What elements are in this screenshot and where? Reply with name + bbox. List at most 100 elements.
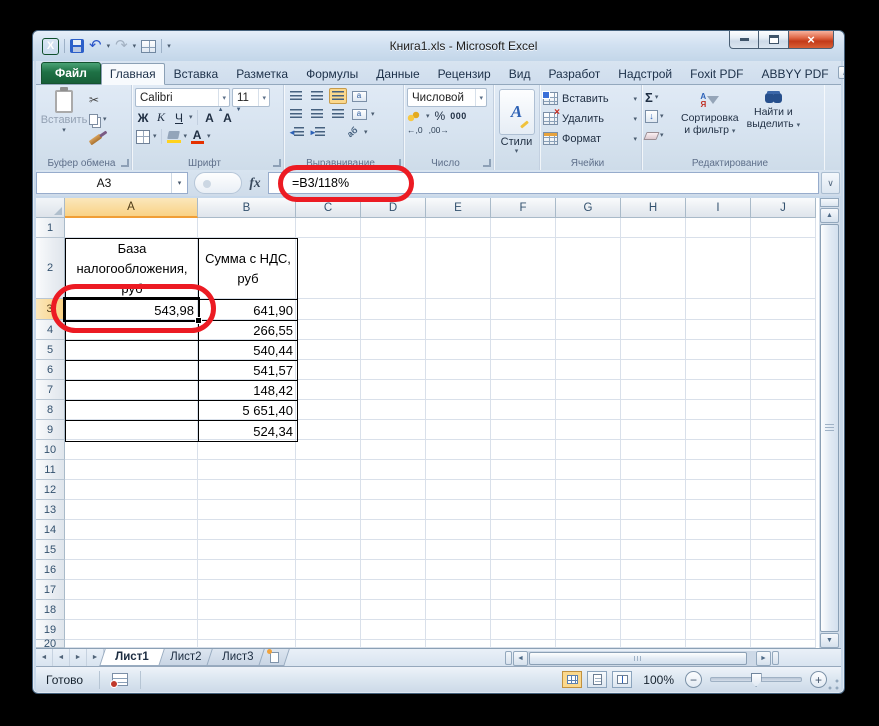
scroll-up-button[interactable]: ▲ — [820, 208, 839, 223]
underline-dropdown-icon[interactable]: ▾ — [189, 114, 193, 121]
cell-J10[interactable] — [751, 440, 816, 460]
maximize-button[interactable] — [759, 31, 788, 49]
percent-style-button[interactable]: % — [435, 109, 446, 123]
cell-H13[interactable] — [621, 500, 686, 520]
cell-A14[interactable] — [65, 520, 198, 540]
cell-B6[interactable]: 541,57 — [199, 361, 297, 380]
fill-button[interactable]: ↓ ▾ — [645, 108, 675, 125]
cell-H14[interactable] — [621, 520, 686, 540]
cell-A5[interactable] — [66, 341, 199, 360]
cell-I18[interactable] — [686, 600, 751, 620]
cell-D5[interactable] — [361, 340, 426, 360]
cell-C7[interactable] — [296, 380, 361, 400]
insert-worksheet-button[interactable] — [258, 649, 291, 666]
cell-C16[interactable] — [296, 560, 361, 580]
scroll-down-button[interactable]: ▼ — [820, 633, 839, 648]
cell-E4[interactable] — [426, 320, 491, 340]
align-center-button[interactable] — [308, 106, 326, 122]
cell-B8[interactable]: 5 651,40 — [199, 401, 297, 420]
previous-sheet-button[interactable]: ◄ — [53, 649, 70, 666]
align-bottom-button[interactable] — [329, 88, 347, 104]
zoom-slider-thumb[interactable] — [750, 673, 762, 687]
cell-A17[interactable] — [65, 580, 198, 600]
cell-J4[interactable] — [751, 320, 816, 340]
cell-B11[interactable] — [198, 460, 296, 480]
cell-J16[interactable] — [751, 560, 816, 580]
column-header-E[interactable]: E — [426, 198, 491, 218]
row-header-12[interactable]: 12 — [36, 480, 65, 500]
row-header-7[interactable]: 7 — [36, 380, 65, 400]
column-header-G[interactable]: G — [556, 198, 621, 218]
cell-G11[interactable] — [556, 460, 621, 480]
cell-C13[interactable] — [296, 500, 361, 520]
cell-B12[interactable] — [198, 480, 296, 500]
cell-F19[interactable] — [491, 620, 556, 640]
name-box[interactable]: A3 ▾ — [36, 172, 188, 194]
styles-button[interactable]: А — [498, 89, 535, 135]
cell-I9[interactable] — [686, 420, 751, 440]
cell-G19[interactable] — [556, 620, 621, 640]
cell-I20[interactable] — [686, 640, 751, 648]
cell-H15[interactable] — [621, 540, 686, 560]
row-header-8[interactable]: 8 — [36, 400, 65, 420]
tab-Рецензир[interactable]: Рецензир — [429, 63, 500, 84]
cell-B10[interactable] — [198, 440, 296, 460]
cell-D4[interactable] — [361, 320, 426, 340]
align-middle-button[interactable] — [308, 88, 326, 104]
cell-F3[interactable] — [491, 299, 556, 320]
undo-icon[interactable]: ↶ — [89, 38, 102, 53]
cell-G1[interactable] — [556, 218, 621, 238]
tab-Файл[interactable]: Файл — [41, 62, 101, 84]
cell-E19[interactable] — [426, 620, 491, 640]
cell-G9[interactable] — [556, 420, 621, 440]
cell-I1[interactable] — [686, 218, 751, 238]
cell-D12[interactable] — [361, 480, 426, 500]
align-left-button[interactable] — [287, 106, 305, 122]
scroll-right-button[interactable]: ► — [756, 650, 771, 666]
cell-H17[interactable] — [621, 580, 686, 600]
cell-A18[interactable] — [65, 600, 198, 620]
cell-I2[interactable] — [686, 238, 751, 299]
orientation-dropdown-icon[interactable]: ▾ — [364, 129, 368, 136]
increase-indent-button[interactable]: ► — [308, 124, 326, 140]
format-painter-button[interactable] — [87, 131, 109, 148]
cell-A8[interactable] — [66, 401, 199, 420]
tab-Данные[interactable]: Данные — [367, 63, 428, 84]
cell-I6[interactable] — [686, 360, 751, 380]
column-header-F[interactable]: F — [491, 198, 556, 218]
cell-B4[interactable]: 266,55 — [199, 321, 297, 340]
cell-B5[interactable]: 540,44 — [199, 341, 297, 360]
cell-J20[interactable] — [751, 640, 816, 648]
grow-font-button[interactable]: А ▲ — [202, 107, 223, 126]
cell-C5[interactable] — [296, 340, 361, 360]
cell-C1[interactable] — [296, 218, 361, 238]
cell-A11[interactable] — [65, 460, 198, 480]
cell-F16[interactable] — [491, 560, 556, 580]
header-cell-B2[interactable]: Сумма с НДС, руб — [199, 239, 297, 299]
cell-G13[interactable] — [556, 500, 621, 520]
column-header-J[interactable]: J — [751, 198, 816, 218]
cell-B15[interactable] — [198, 540, 296, 560]
split-handle[interactable] — [820, 198, 839, 207]
cell-F9[interactable] — [491, 420, 556, 440]
cell-G20[interactable] — [556, 640, 621, 648]
insert-function-button[interactable]: fx — [242, 175, 268, 191]
cell-G7[interactable] — [556, 380, 621, 400]
cell-J14[interactable] — [751, 520, 816, 540]
cell-G17[interactable] — [556, 580, 621, 600]
select-all-corner[interactable] — [36, 198, 65, 218]
wrap-text-button[interactable]: а — [350, 88, 368, 104]
cell-F6[interactable] — [491, 360, 556, 380]
cell-H12[interactable] — [621, 480, 686, 500]
column-header-I[interactable]: I — [686, 198, 751, 218]
cell-G15[interactable] — [556, 540, 621, 560]
font-name-select[interactable]: Calibri ▾ — [135, 88, 230, 107]
cell-D13[interactable] — [361, 500, 426, 520]
column-header-A[interactable]: A — [65, 198, 198, 218]
cell-B16[interactable] — [198, 560, 296, 580]
cell-G12[interactable] — [556, 480, 621, 500]
delete-cells-button[interactable]: Удалить ▾ — [543, 107, 638, 127]
cell-J6[interactable] — [751, 360, 816, 380]
cell-F14[interactable] — [491, 520, 556, 540]
cell-F12[interactable] — [491, 480, 556, 500]
